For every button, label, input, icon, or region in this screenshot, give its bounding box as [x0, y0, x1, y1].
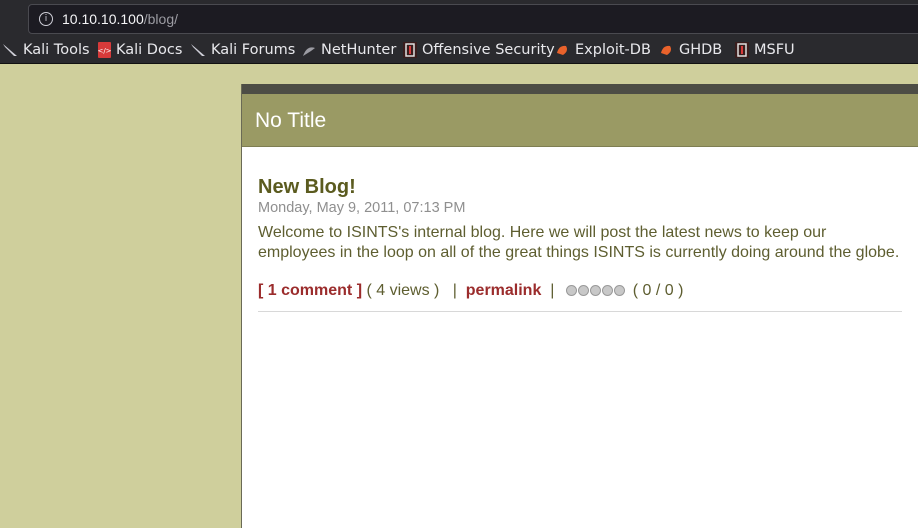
url-text: 10.10.10.100/blog/ [62, 11, 178, 27]
rating-star-icon[interactable] [614, 285, 626, 296]
bookmark-label: MSFU [754, 42, 795, 58]
info-icon[interactable]: i [39, 12, 53, 26]
post-title: New Blog! [258, 176, 356, 198]
meta-separator: | [452, 282, 457, 299]
rating-star-icon[interactable] [578, 285, 590, 296]
bookmark-label: Kali Docs [116, 42, 183, 58]
meta-separator: | [550, 282, 555, 299]
bookmark-kali-tools[interactable]: Kali Tools [2, 41, 90, 59]
bookmark-exploit-db[interactable]: Exploit-DB [556, 41, 651, 59]
permalink-link[interactable]: permalink [466, 282, 542, 299]
blog-content-panel: No Title New Blog! Monday, May 9, 2011, … [241, 84, 918, 528]
kali-docs-icon: </> [98, 42, 111, 58]
chrome-divider [0, 63, 918, 64]
blog-post: New Blog! Monday, May 9, 2011, 07:13 PM … [258, 176, 902, 312]
post-date: Monday, May 9, 2011, 07:13 PM [258, 200, 466, 216]
bookmark-ghdb[interactable]: GHDB [660, 41, 722, 59]
bookmark-offensive-security[interactable]: Offensive Security [403, 41, 555, 59]
ghdb-icon [661, 45, 671, 55]
post-divider [258, 311, 902, 312]
bookmark-label: Kali Tools [23, 42, 90, 58]
rating-stars[interactable] [566, 283, 626, 301]
rating-star-icon[interactable] [590, 285, 602, 296]
offsec-icon [403, 42, 417, 58]
url-path: /blog/ [143, 11, 178, 27]
nethunter-icon [303, 47, 315, 56]
bookmark-label: Exploit-DB [575, 42, 651, 58]
kali-dragon-icon [191, 44, 205, 56]
header-strip [242, 84, 918, 94]
views-count: ( 4 views ) [366, 282, 440, 299]
rating-star-icon[interactable] [566, 285, 578, 296]
post-body: Welcome to ISINTS's internal blog. Here … [258, 224, 900, 261]
post-meta: [ 1 comment ] ( 4 views ) | permalink | … [258, 282, 902, 301]
rating-count: ( 0 / 0 ) [632, 282, 684, 299]
url-host: 10.10.10.100 [62, 11, 144, 27]
bookmark-kali-docs[interactable]: </> Kali Docs [98, 41, 182, 59]
kali-dragon-icon [3, 44, 17, 56]
bookmark-label: NetHunter [321, 42, 397, 58]
browser-chrome: i 10.10.10.100/blog/ Kali Tools </> Kali … [0, 0, 918, 64]
rating-star-icon[interactable] [602, 285, 614, 296]
comments-link[interactable]: [ 1 comment ] [258, 282, 362, 299]
bookmark-label: Offensive Security [422, 42, 555, 58]
bookmark-nethunter[interactable]: NetHunter [302, 41, 396, 59]
svg-text:</>: </> [98, 47, 111, 55]
bookmark-kali-forums[interactable]: Kali Forums [190, 41, 295, 59]
exploit-db-icon [557, 45, 567, 55]
bookmark-msfu[interactable]: MSFU [735, 41, 795, 59]
offsec-icon [735, 42, 749, 58]
page-title: No Title [255, 109, 327, 132]
bookmarks-toolbar: Kali Tools </> Kali Docs Kali Forums NetH… [0, 38, 918, 62]
bookmark-label: Kali Forums [211, 42, 296, 58]
bookmark-label: GHDB [679, 42, 723, 58]
title-bar [242, 94, 918, 147]
address-bar[interactable]: i 10.10.10.100/blog/ [28, 4, 918, 34]
